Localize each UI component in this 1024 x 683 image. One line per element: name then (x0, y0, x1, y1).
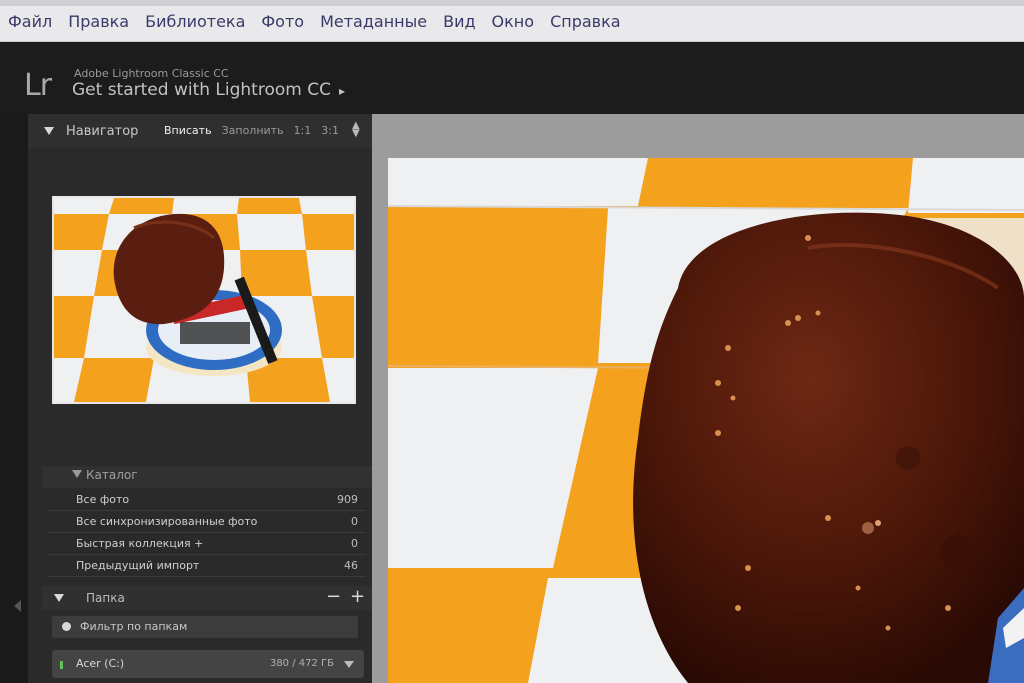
folder-filter-input[interactable]: Фильтр по папкам (52, 616, 358, 638)
folders-header[interactable]: Папка − + (42, 586, 372, 610)
drive-status-icon (60, 661, 63, 669)
zoom-3-1[interactable]: 3:1 (321, 124, 339, 137)
zoom-1-1[interactable]: 1:1 (294, 124, 312, 137)
catalog-title: Каталог (86, 468, 138, 482)
window-title-strip (0, 0, 1024, 6)
preview-image (54, 198, 354, 402)
catalog-row[interactable]: Быстрая коллекция + 0 (48, 534, 366, 555)
drive-item[interactable]: Acer (C:) 380 / 472 ГБ (52, 650, 364, 678)
catalog-row-label: Быстрая коллекция + (76, 537, 204, 550)
menu-file[interactable]: Файл (8, 12, 52, 31)
left-panel: Навигатор Вписать Заполнить 1:1 3:1 ▲▼ (28, 114, 372, 683)
catalog-row[interactable]: Все фото 909 (48, 490, 366, 511)
lightroom-logo: Lr (24, 68, 52, 103)
panel-collapse-arrow-icon[interactable] (14, 600, 21, 612)
catalog-row-label: Все фото (76, 493, 130, 506)
catalog-row[interactable]: Все синхронизированные фото 0 (48, 512, 366, 533)
get-started-link[interactable]: Get started with Lightroom CC ▸ (72, 80, 345, 100)
menu-photo[interactable]: Фото (261, 12, 304, 31)
menu-view[interactable]: Вид (443, 12, 475, 31)
catalog-row-label: Предыдущий импорт (76, 559, 200, 572)
catalog-header[interactable]: Каталог (42, 466, 372, 488)
catalog-row[interactable]: Предыдущий импорт 46 (48, 556, 366, 577)
remove-folder-button[interactable]: − (326, 586, 341, 607)
zoom-options: Вписать Заполнить 1:1 3:1 (164, 124, 349, 137)
menu-items: Файл Правка Библиотека Фото Метаданные В… (8, 12, 637, 31)
get-started-label: Get started with Lightroom CC (72, 80, 331, 100)
menu-bar: Файл Правка Библиотека Фото Метаданные В… (0, 0, 1024, 42)
app-subtitle: Adobe Lightroom Classic CC (74, 67, 229, 80)
zoom-fit[interactable]: Вписать (164, 124, 212, 137)
catalog-row-label: Все синхронизированные фото (76, 515, 258, 528)
catalog-row-count: 0 (351, 515, 358, 528)
folder-filter-placeholder: Фильтр по папкам (80, 620, 188, 633)
menu-metadata[interactable]: Метаданные (320, 12, 427, 31)
zoom-fill[interactable]: Заполнить (222, 124, 284, 137)
main-photo[interactable] (388, 158, 1024, 683)
drive-name: Acer (C:) (76, 657, 125, 670)
photo-image (388, 158, 1024, 683)
folders-title: Папка (86, 591, 125, 605)
play-arrow-icon: ▸ (338, 84, 345, 98)
menu-help[interactable]: Справка (550, 12, 621, 31)
zoom-updown-icon[interactable]: ▲ ▼ (352, 121, 360, 139)
collapse-triangle-icon[interactable] (44, 127, 54, 135)
menu-window[interactable]: Окно (492, 12, 535, 31)
chevron-down-icon[interactable] (344, 661, 354, 668)
menu-library[interactable]: Библиотека (145, 12, 245, 31)
navigator-header[interactable]: Навигатор Вписать Заполнить 1:1 3:1 ▲ ▼ (28, 114, 372, 148)
catalog-row-count: 909 (337, 493, 358, 506)
collapse-triangle-icon[interactable] (54, 594, 64, 602)
catalog-row-count: 46 (344, 559, 358, 572)
collapse-triangle-icon[interactable] (72, 470, 82, 478)
catalog-row-count: 0 (351, 537, 358, 550)
navigator-preview[interactable] (52, 196, 356, 404)
search-icon (62, 622, 71, 631)
menu-edit[interactable]: Правка (68, 12, 129, 31)
identity-plate: Lr Adobe Lightroom Classic CC Get starte… (0, 42, 1024, 114)
add-folder-button[interactable]: + (350, 586, 365, 607)
drive-size: 380 / 472 ГБ (269, 658, 334, 669)
navigator-title: Навигатор (66, 124, 139, 139)
